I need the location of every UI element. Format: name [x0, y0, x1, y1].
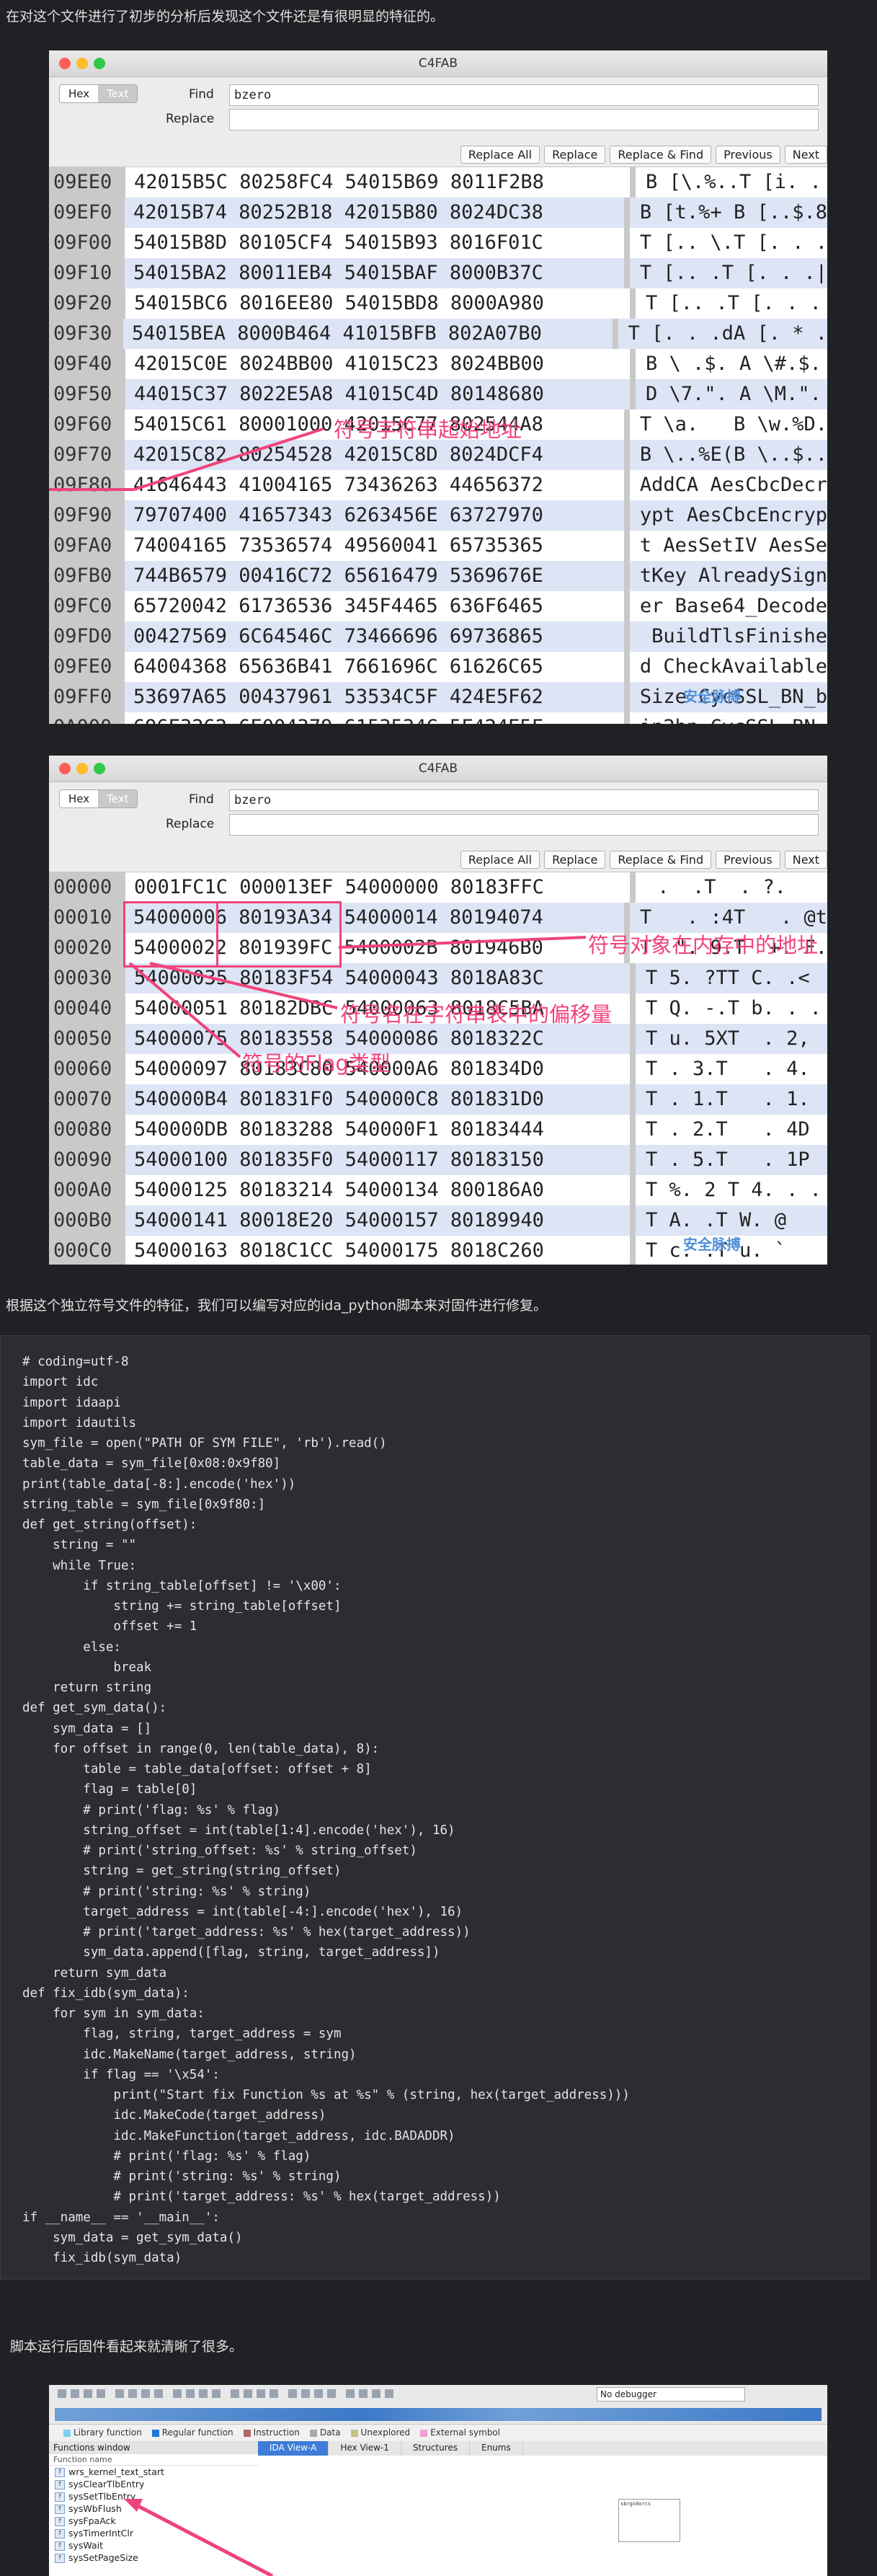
result-paragraph: 脚本运行后固件看起来就清晰了很多。 — [10, 2339, 244, 2355]
watermark: 安全脉搏 — [683, 1236, 741, 1253]
annotation-arrows-1 — [49, 428, 324, 491]
script-intro-paragraph: 根据这个独立符号文件的特征，我们可以编写对应的ida_python脚本来对固件进… — [6, 1298, 547, 1314]
annotation-arrows-2 — [128, 936, 587, 1058]
code-block[interactable]: # coding=utf-8 import idc import idaapi … — [0, 1335, 870, 2280]
ida-screenshot: No debugger Library function Regular func… — [49, 2385, 827, 2576]
watermark: 安全脉搏 — [683, 688, 741, 705]
hex-editor-window-1: C4FAB Hex Text Find bzero Replace Replac… — [49, 50, 827, 724]
python-script: # coding=utf-8 import idc import idaapi … — [22, 1355, 630, 2265]
ida-annotation-arrow — [124, 2499, 274, 2576]
intro-paragraph: 在对这个文件进行了初步的分析后发现这个文件还是有很明显的特征的。 — [6, 9, 445, 25]
hex-editor-window-2: C4FAB Hex Text Find bzero Replace Replac… — [49, 756, 827, 1265]
